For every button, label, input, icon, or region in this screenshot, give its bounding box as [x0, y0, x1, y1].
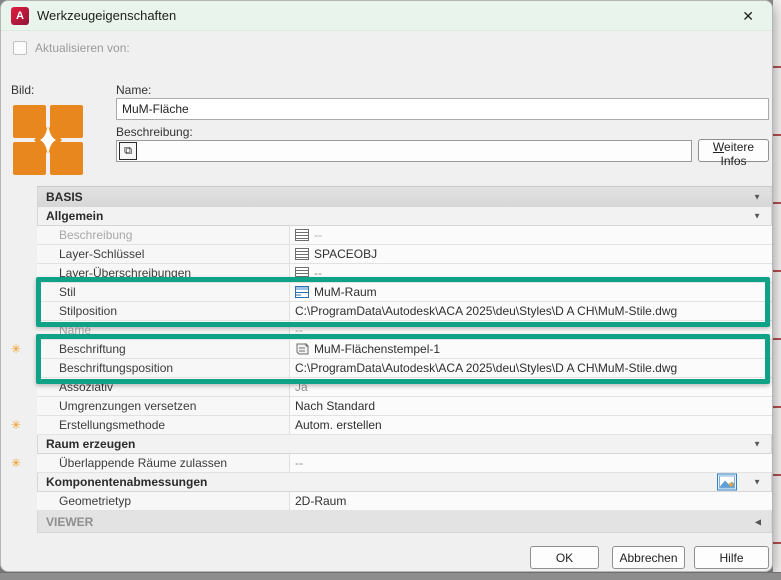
more-info-label: Weitere Infos: [699, 140, 768, 168]
row-label: Layer-Schlüssel: [37, 247, 289, 261]
chevron-down-icon[interactable]: ▼: [753, 440, 761, 449]
row-ueberlappende-raeume[interactable]: ✳ Überlappende Räume zulassen --: [37, 454, 772, 473]
row-label: Stil: [37, 285, 289, 299]
row-label: Umgrenzungen versetzen: [37, 399, 289, 413]
title-bar[interactable]: A Werkzeugeigenschaften ✕: [1, 1, 772, 31]
row-label: Überlappende Räume zulassen: [37, 456, 289, 470]
chevron-down-icon[interactable]: ▼: [753, 192, 761, 201]
section-basis[interactable]: BASIS ▼: [37, 186, 772, 207]
row-label: Assoziativ: [37, 380, 289, 394]
row-label: Layer-Überschreibungen: [37, 266, 289, 280]
autocad-logo-icon: A: [11, 7, 29, 25]
row-label: Beschreibung: [37, 228, 289, 242]
modified-flag-icon: ✳: [11, 342, 21, 356]
row-label: Name: [37, 323, 289, 337]
row-value: --: [295, 456, 303, 470]
update-from-row: Aktualisieren von:: [13, 41, 130, 55]
property-grid: BASIS ▼ Allgemein ▼ Beschreibung -- Laye…: [37, 186, 772, 533]
row-label: Stilposition: [37, 304, 289, 318]
row-label: Beschriftung: [37, 342, 289, 356]
worksheet-icon[interactable]: [295, 229, 309, 241]
chevron-down-icon[interactable]: ▼: [753, 212, 761, 221]
row-value: MuM-Flächenstempel-1: [314, 342, 440, 356]
worksheet-icon[interactable]: [295, 248, 309, 260]
update-from-checkbox[interactable]: [13, 41, 27, 55]
section-label: Raum erzeugen: [38, 437, 135, 451]
ok-button[interactable]: OK: [530, 546, 599, 569]
mum-logo-icon: [13, 105, 83, 175]
section-viewer[interactable]: VIEWER ◀: [37, 511, 772, 533]
collapse-left-icon[interactable]: ◀: [755, 517, 761, 526]
section-label: Allgemein: [38, 209, 103, 223]
help-button[interactable]: Hilfe: [694, 546, 769, 569]
row-beschriftungsposition[interactable]: Beschriftungsposition C:\ProgramData\Aut…: [37, 359, 772, 378]
stamp-icon[interactable]: [295, 343, 309, 356]
background-app-bottom-edge: [0, 572, 781, 580]
row-value: SPACEOBJ: [314, 247, 377, 261]
section-raum-erzeugen[interactable]: Raum erzeugen ▼: [37, 435, 772, 454]
description-label: Beschreibung:: [116, 125, 193, 139]
row-label: Geometrietyp: [37, 494, 289, 508]
section-komponentenabmessungen[interactable]: Komponentenabmessungen ▼: [37, 473, 772, 492]
more-info-button[interactable]: Weitere Infos: [698, 139, 769, 162]
description-input[interactable]: ⧉: [116, 140, 692, 162]
section-label: VIEWER: [38, 515, 93, 529]
row-value: Nach Standard: [295, 399, 375, 413]
row-beschriftung[interactable]: ✳ Beschriftung MuM-Flächenstempel-1: [37, 340, 772, 359]
row-value: --: [314, 228, 322, 242]
component-preview-icon[interactable]: [717, 474, 737, 491]
section-allgemein[interactable]: Allgemein ▼: [37, 207, 772, 226]
row-value: Autom. erstellen: [295, 418, 382, 432]
row-value: MuM-Raum: [314, 285, 377, 299]
row-label: Erstellungsmethode: [37, 418, 289, 432]
image-label: Bild:: [11, 83, 34, 97]
description-editor-icon[interactable]: ⧉: [119, 142, 137, 160]
row-value: 2D-Raum: [295, 494, 346, 508]
row-value: --: [314, 266, 322, 280]
style-table-icon[interactable]: [295, 286, 309, 298]
row-stil[interactable]: Stil MuM-Raum: [37, 283, 772, 302]
tool-properties-dialog: A Werkzeugeigenschaften ✕ Aktualisieren …: [0, 0, 773, 572]
row-beschreibung[interactable]: Beschreibung --: [37, 226, 772, 245]
row-erstellungsmethode[interactable]: ✳ Erstellungsmethode Autom. erstellen: [37, 416, 772, 435]
close-icon[interactable]: ✕: [738, 6, 758, 27]
section-label: Komponentenabmessungen: [38, 475, 207, 489]
row-value: --: [295, 323, 303, 337]
row-value: C:\ProgramData\Autodesk\ACA 2025\deu\Sty…: [295, 304, 677, 318]
row-label: Beschriftungsposition: [37, 361, 289, 375]
tool-image[interactable]: [13, 105, 83, 175]
window-title: Werkzeugeigenschaften: [37, 8, 176, 23]
modified-flag-icon: ✳: [11, 456, 21, 470]
modified-flag-icon: ✳: [11, 418, 21, 432]
row-value: Ja: [295, 380, 308, 394]
row-name[interactable]: Name --: [37, 321, 772, 340]
background-app-right-edge: [773, 0, 781, 572]
row-value: C:\ProgramData\Autodesk\ACA 2025\deu\Sty…: [295, 361, 677, 375]
row-geometrietyp[interactable]: Geometrietyp 2D-Raum: [37, 492, 772, 511]
chevron-down-icon[interactable]: ▼: [753, 478, 761, 487]
row-stilposition[interactable]: Stilposition C:\ProgramData\Autodesk\ACA…: [37, 302, 772, 321]
name-label: Name:: [116, 83, 151, 97]
update-from-label: Aktualisieren von:: [35, 41, 130, 55]
row-assoziativ[interactable]: Assoziativ Ja: [37, 378, 772, 397]
name-input[interactable]: [116, 98, 769, 120]
section-label: BASIS: [38, 190, 83, 204]
row-umgrenzungen-versetzen[interactable]: Umgrenzungen versetzen Nach Standard: [37, 397, 772, 416]
row-layer-ueberschreibungen[interactable]: Layer-Überschreibungen --: [37, 264, 772, 283]
row-layer-schluessel[interactable]: Layer-Schlüssel SPACEOBJ: [37, 245, 772, 264]
worksheet-icon[interactable]: [295, 267, 309, 279]
cancel-button[interactable]: Abbrechen: [612, 546, 685, 569]
